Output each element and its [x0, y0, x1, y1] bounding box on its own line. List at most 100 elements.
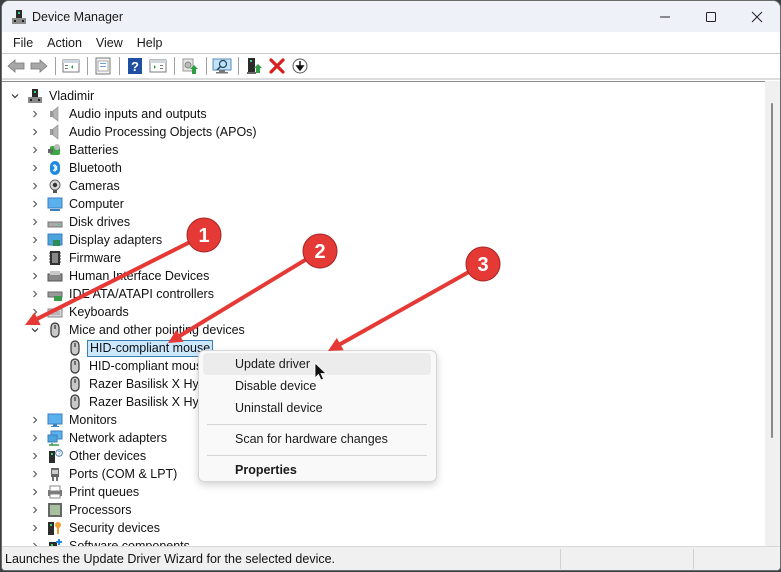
- chevron-right-icon[interactable]: [29, 414, 41, 426]
- chevron-right-icon[interactable]: [29, 450, 41, 462]
- tree-category[interactable]: Processors: [29, 501, 134, 519]
- enable-device-button[interactable]: [243, 55, 265, 77]
- maximize-button[interactable]: [688, 1, 734, 32]
- mouse-icon: [67, 376, 83, 392]
- other-devices-icon: ?: [47, 448, 63, 464]
- port-icon: [47, 466, 63, 482]
- speaker-icon: [47, 124, 63, 140]
- chevron-right-icon[interactable]: [29, 216, 41, 228]
- chevron-right-icon[interactable]: [29, 180, 41, 192]
- chevron-right-icon[interactable]: [29, 504, 41, 516]
- tree-item-label: IDE ATA/ATAPI controllers: [69, 286, 214, 301]
- device-manager-window: Device Manager File Action View Help ? V…: [1, 0, 781, 571]
- tree-category[interactable]: Bluetooth: [29, 159, 124, 177]
- menu-action[interactable]: Action: [40, 33, 89, 53]
- printer-icon: [47, 484, 63, 500]
- tree-category[interactable]: IDE ATA/ATAPI controllers: [29, 285, 216, 303]
- minimize-button[interactable]: [642, 1, 688, 32]
- tree-device-item[interactable]: HID-compliant mouse: [49, 339, 214, 357]
- show-hide-console-tree-button[interactable]: [60, 55, 82, 77]
- tree-category[interactable]: Disk drives: [29, 213, 132, 231]
- show-action-pane-button[interactable]: [147, 55, 169, 77]
- download-button[interactable]: [289, 55, 311, 77]
- menu-view[interactable]: View: [89, 33, 130, 53]
- ide-controller-icon: [47, 286, 63, 302]
- tree-item-label: Network adapters: [69, 430, 167, 445]
- tree-category[interactable]: Network adapters: [29, 429, 169, 447]
- context-menu-update-driver[interactable]: Update driver: [203, 353, 431, 375]
- chevron-down-icon[interactable]: [29, 324, 41, 336]
- hid-icon: [47, 268, 63, 284]
- window-title: Device Manager: [32, 9, 124, 24]
- chevron-right-icon[interactable]: [29, 252, 41, 264]
- menu-help[interactable]: Help: [130, 33, 170, 53]
- chevron-right-icon[interactable]: [29, 306, 41, 318]
- tree-category[interactable]: Firmware: [29, 249, 123, 267]
- scan-hardware-button[interactable]: [211, 55, 233, 77]
- context-menu-uninstall-device[interactable]: Uninstall device: [203, 397, 431, 419]
- vertical-scrollbar[interactable]: [765, 81, 780, 548]
- update-driver-icon: [182, 58, 198, 74]
- tree-category[interactable]: Keyboards: [29, 303, 131, 321]
- chevron-right-icon[interactable]: [29, 486, 41, 498]
- chevron-right-icon[interactable]: [29, 144, 41, 156]
- update-driver-button[interactable]: [179, 55, 201, 77]
- help-button[interactable]: ?: [124, 55, 146, 77]
- chevron-right-icon[interactable]: [29, 162, 41, 174]
- uninstall-device-button[interactable]: [266, 55, 288, 77]
- tree-category[interactable]: Display adapters: [29, 231, 164, 249]
- chevron-right-icon[interactable]: [29, 126, 41, 138]
- show-action-pane-icon: [149, 59, 167, 73]
- context-menu-properties[interactable]: Properties: [203, 459, 431, 481]
- tree-category[interactable]: Cameras: [29, 177, 122, 195]
- bluetooth-icon: [47, 160, 63, 176]
- help-icon: ?: [128, 58, 142, 74]
- security-device-icon: [47, 520, 63, 536]
- tree-item-label: Human Interface Devices: [69, 268, 210, 283]
- tree-category[interactable]: Print queues: [29, 483, 141, 501]
- chevron-right-icon[interactable]: [29, 522, 41, 534]
- context-menu-disable-device[interactable]: Disable device: [203, 375, 431, 397]
- monitor-icon: [47, 412, 63, 428]
- back-button[interactable]: [5, 55, 27, 77]
- properties-button[interactable]: [92, 55, 114, 77]
- tree-category[interactable]: Mice and other pointing devices: [29, 321, 247, 339]
- tree-item-label: Batteries: [69, 142, 119, 157]
- scrollbar-thumb[interactable]: [771, 103, 773, 438]
- menu-file[interactable]: File: [6, 33, 40, 53]
- tree-item-label: Ports (COM & LPT): [69, 466, 178, 481]
- processor-icon: [47, 502, 63, 518]
- chevron-right-icon[interactable]: [29, 288, 41, 300]
- chevron-right-icon[interactable]: [29, 198, 41, 210]
- tree-category[interactable]: Audio inputs and outputs: [29, 105, 209, 123]
- tree-category[interactable]: Security devices: [29, 519, 162, 537]
- tree-item-label: Firmware: [69, 250, 122, 265]
- tree-category[interactable]: Computer: [29, 195, 126, 213]
- tree-device-item[interactable]: HID-compliant mouse: [49, 357, 211, 375]
- tree-item-label: Vladimir: [49, 88, 95, 103]
- tree-category[interactable]: Ports (COM & LPT): [29, 465, 179, 483]
- chevron-right-icon[interactable]: [29, 234, 41, 246]
- forward-button[interactable]: [28, 55, 50, 77]
- network-adapter-icon: [47, 430, 63, 446]
- chevron-down-icon[interactable]: [9, 90, 21, 102]
- tree-item-label: Display adapters: [69, 232, 163, 247]
- back-arrow-icon: [7, 59, 25, 73]
- chevron-right-icon[interactable]: [29, 270, 41, 282]
- tree-root-computer[interactable]: Vladimir: [9, 87, 96, 105]
- tree-category[interactable]: ? Other devices: [29, 447, 148, 465]
- download-icon: [292, 58, 308, 74]
- menu-bar: File Action View Help: [2, 32, 780, 54]
- tree-category[interactable]: Human Interface Devices: [29, 267, 211, 285]
- chevron-right-icon[interactable]: [29, 432, 41, 444]
- status-bar: Launches the Update Driver Wizard for th…: [2, 546, 780, 570]
- chevron-right-icon[interactable]: [29, 468, 41, 480]
- chevron-right-icon[interactable]: [29, 108, 41, 120]
- tree-category[interactable]: Audio Processing Objects (APOs): [29, 123, 259, 141]
- menu-separator: [207, 455, 427, 456]
- tree-item-label: Print queues: [69, 484, 140, 499]
- close-button[interactable]: [734, 1, 780, 32]
- tree-category[interactable]: Batteries: [29, 141, 120, 159]
- context-menu-scan-for-hardware-changes[interactable]: Scan for hardware changes: [203, 428, 431, 450]
- tree-category[interactable]: Monitors: [29, 411, 119, 429]
